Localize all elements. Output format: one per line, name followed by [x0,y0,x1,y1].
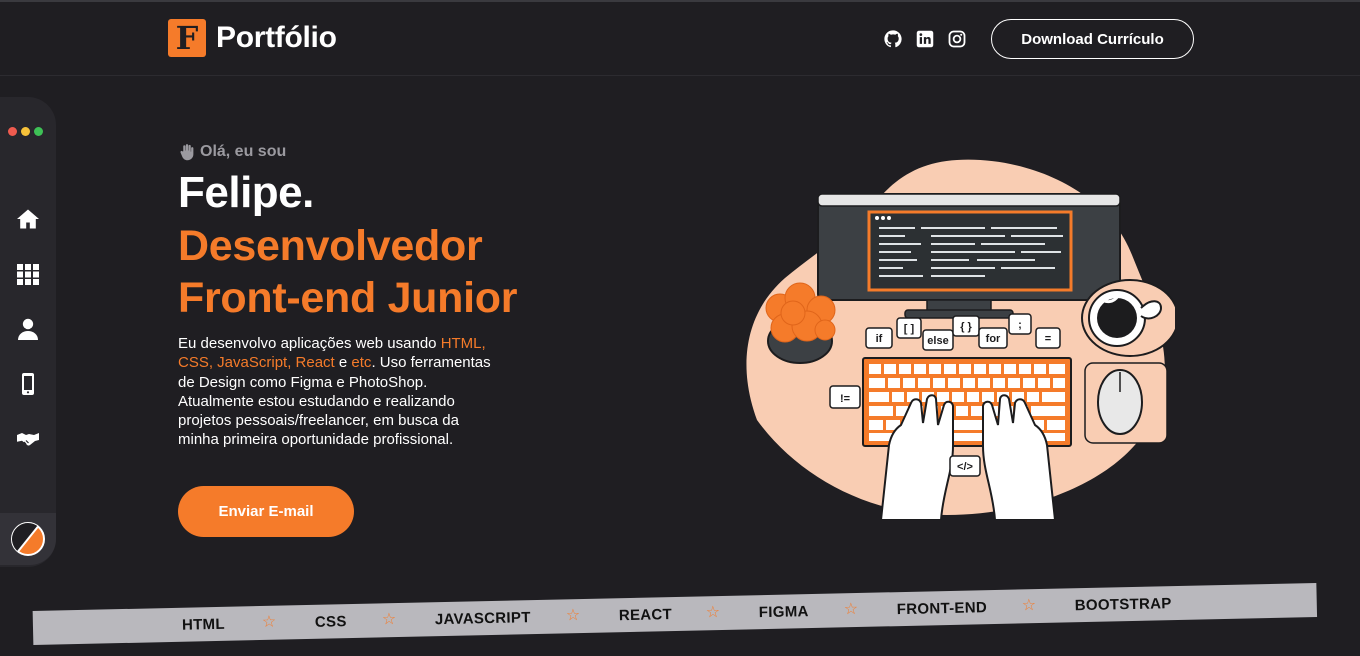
desc-part1: Eu desenvolvo aplicações web usando [178,335,441,352]
hero-role-line1: Desenvolvedor [178,222,483,270]
theme-toggle-button[interactable] [0,513,56,565]
green-dot [34,127,43,136]
red-dot [8,127,17,136]
site-header: F Portfólio Download Currículo [0,2,1360,76]
bubble-equals: = [1045,333,1051,345]
bubble-not-equal: != [840,393,850,405]
star-icon: ☆ [565,607,581,625]
yellow-dot [21,127,30,136]
logo-mark: F [168,19,206,57]
linkedin-icon[interactable] [916,30,934,48]
waving-hand-icon [180,144,194,161]
bubble-tag: </> [957,461,973,473]
side-navigation [0,97,56,567]
bubble-for: for [986,333,1001,345]
ticker-item: REACT [618,606,673,625]
download-resume-button[interactable]: Download Currículo [991,19,1194,59]
bubble-else: else [927,335,948,347]
github-icon[interactable] [884,30,902,48]
developer-illustration: if [ ] else { } for ; = != </> [745,158,1179,521]
ticker-item: CSS [314,613,347,631]
logo[interactable]: F Portfólio [168,19,337,57]
ticker-item: HTML [181,615,226,634]
bubble-semicolon: ; [1018,319,1022,331]
user-icon[interactable] [16,317,40,341]
hero-role-line2: Front-end Junior [178,274,518,322]
bubble-braces: { } [960,321,972,333]
send-email-button[interactable]: Enviar E-mail [178,486,354,537]
ticker-item: BOOTSTRAP [1074,595,1172,615]
grid-icon[interactable] [16,262,40,286]
home-icon[interactable] [16,207,40,231]
phone-icon[interactable] [16,372,40,396]
ticker-track: HTML ☆ CSS ☆ JAVASCRIPT ☆ REACT ☆ FIGMA … [33,583,1317,645]
logo-text: Portfólio [216,21,337,54]
hero-description: Eu desenvolvo aplicações web usando HTML… [178,334,493,450]
star-icon: ☆ [705,604,721,622]
instagram-icon[interactable] [948,30,966,48]
hero-role: Desenvolvedor Front-end Junior [178,220,517,324]
handshake-icon[interactable] [16,427,40,451]
social-links [884,30,966,48]
bubble-brackets: [ ] [904,323,915,335]
desc-etc: etc [351,354,372,372]
desc-part2: e [334,354,352,372]
window-dots [8,127,43,136]
ticker-item: JAVASCRIPT [434,609,531,629]
greeting: Olá, eu sou [178,143,286,161]
greeting-text: Olá, eu sou [200,143,287,160]
ticker-item: FIGMA [758,603,809,622]
skills-ticker: HTML ☆ CSS ☆ JAVASCRIPT ☆ REACT ☆ FIGMA … [32,582,1318,645]
star-icon: ☆ [1021,597,1037,615]
star-icon: ☆ [261,613,277,632]
star-icon: ☆ [381,611,397,629]
star-icon: ☆ [843,600,859,619]
bubble-if: if [876,333,883,345]
hero-name: Felipe. [178,168,314,217]
theme-toggle-icon [11,522,45,556]
ticker-item: FRONT-END [896,599,988,619]
